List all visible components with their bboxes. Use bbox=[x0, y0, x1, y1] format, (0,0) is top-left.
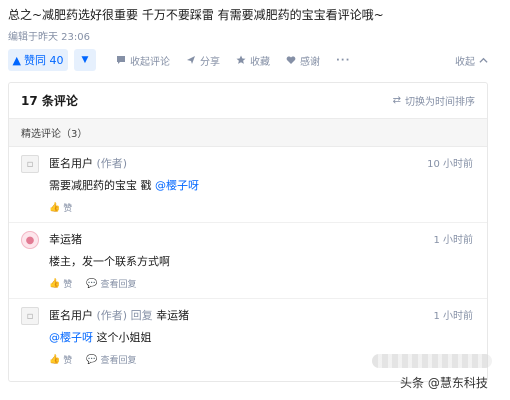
anonymous-avatar-icon: ▫ bbox=[26, 158, 34, 170]
comment-text: 这个小姐姐 bbox=[96, 331, 152, 344]
heart-icon bbox=[286, 56, 296, 64]
star-icon bbox=[236, 55, 246, 64]
thanks-button[interactable]: 感谢 bbox=[286, 53, 320, 68]
view-replies-button[interactable]: 💬 查看回复 bbox=[86, 277, 137, 291]
view-replies-label: 查看回复 bbox=[100, 280, 137, 290]
comment-count: 17 条评论 bbox=[21, 94, 78, 108]
toggle-comments-label: 收起评论 bbox=[130, 56, 170, 68]
comment-header: 匿名用户 (作者) 回复 幸运猪 bbox=[49, 307, 189, 323]
thumbs-up-icon: 👍 bbox=[49, 202, 61, 213]
comment-item: ● 幸运猪 1 小时前 楼主，发一个联系方式啊 👍 赞 💬 查看回复 bbox=[9, 223, 487, 299]
comment-actions: 👍 赞 💬 查看回复 bbox=[49, 353, 137, 367]
like-button[interactable]: 👍 赞 bbox=[49, 277, 73, 291]
comment-time: 10 小时前 bbox=[427, 159, 473, 170]
avatar[interactable]: ▫ bbox=[21, 155, 39, 173]
like-label: 赞 bbox=[63, 280, 73, 290]
chevron-up-icon bbox=[479, 57, 488, 63]
avatar[interactable]: ● bbox=[21, 231, 39, 249]
thumbs-up-icon: 👍 bbox=[49, 278, 61, 289]
share-label: 分享 bbox=[200, 56, 220, 68]
triangle-up-icon: ▲ bbox=[12, 53, 21, 67]
featured-heading: 精选评论（3） bbox=[9, 119, 487, 147]
author-reply-tag: (作者) 回复 bbox=[96, 309, 153, 322]
mention-link[interactable]: @樱子呀 bbox=[155, 179, 199, 192]
comment-body: 需要减肥药的宝宝 戳 @樱子呀 bbox=[49, 177, 199, 193]
comment-body: 楼主，发一个联系方式啊 bbox=[49, 253, 170, 269]
more-options-button[interactable]: ··· bbox=[336, 55, 350, 66]
view-replies-label: 查看回复 bbox=[100, 356, 137, 366]
vote-up-label: 赞同 40 bbox=[23, 54, 64, 67]
sort-toggle[interactable]: ⇄ 切换为时间排序 bbox=[393, 93, 475, 108]
comment-body: @樱子呀 这个小姐姐 bbox=[49, 329, 152, 345]
triangle-down-icon: ▼ bbox=[81, 55, 89, 65]
like-label: 赞 bbox=[63, 356, 73, 366]
like-button[interactable]: 👍 赞 bbox=[49, 353, 73, 367]
toggle-comments-button[interactable]: 收起评论 bbox=[116, 53, 170, 68]
comment-icon: 💬 bbox=[86, 354, 98, 365]
comments-header: 17 条评论 ⇄ 切换为时间排序 bbox=[9, 83, 487, 119]
collapse-label: 收起 bbox=[455, 56, 475, 68]
favorite-label: 收藏 bbox=[250, 56, 270, 68]
comment-time: 1 小时前 bbox=[433, 235, 473, 246]
action-bar: ▲ 赞同 40 ▼ 收起评论 分享 收藏 感谢 ··· 收起 bbox=[8, 48, 488, 72]
vote-up-button[interactable]: ▲ 赞同 40 bbox=[8, 49, 68, 71]
comment-text: 楼主，发一个联系方式啊 bbox=[49, 255, 170, 268]
reply-to-user[interactable]: 幸运猪 bbox=[156, 309, 189, 322]
comment-icon: 💬 bbox=[86, 278, 98, 289]
comment-user[interactable]: 匿名用户 bbox=[49, 157, 93, 170]
author-tag: (作者) bbox=[96, 157, 128, 170]
comments-panel: 17 条评论 ⇄ 切换为时间排序 精选评论（3） ▫ 匿名用户 (作者) 10 … bbox=[8, 82, 488, 382]
comment-user[interactable]: 匿名用户 bbox=[49, 309, 93, 322]
like-label: 赞 bbox=[63, 204, 73, 214]
view-replies-button[interactable]: 💬 查看回复 bbox=[86, 353, 137, 367]
edit-time: 编辑于昨天 23:06 bbox=[8, 32, 90, 43]
comment-actions: 👍 赞 bbox=[49, 201, 73, 215]
thumbs-up-icon: 👍 bbox=[49, 354, 61, 365]
comment-icon bbox=[117, 56, 125, 64]
comment-time: 1 小时前 bbox=[433, 311, 473, 322]
sort-label: 切换为时间排序 bbox=[405, 97, 475, 108]
collapse-button[interactable]: 收起 bbox=[455, 53, 488, 68]
comment-actions: 👍 赞 💬 查看回复 bbox=[49, 277, 137, 291]
watermark: 头条 @慧东科技 bbox=[400, 376, 488, 390]
mention-link[interactable]: @樱子呀 bbox=[49, 331, 93, 344]
swap-icon: ⇄ bbox=[392, 95, 401, 106]
comment-header: 匿名用户 (作者) bbox=[49, 155, 127, 171]
thanks-label: 感谢 bbox=[300, 56, 320, 68]
favorite-button[interactable]: 收藏 bbox=[236, 53, 270, 68]
comment-user[interactable]: 幸运猪 bbox=[49, 233, 82, 246]
blurred-text bbox=[372, 354, 492, 368]
comment-item: ▫ 匿名用户 (作者) 10 小时前 需要减肥药的宝宝 戳 @樱子呀 👍 赞 bbox=[9, 147, 487, 223]
share-button[interactable]: 分享 bbox=[186, 53, 220, 68]
comment-header: 幸运猪 bbox=[49, 231, 82, 247]
post-text: 总之~减肥药选好很重要 千万不要踩雷 有需要减肥药的宝宝看评论哦~ bbox=[8, 8, 384, 22]
share-icon bbox=[187, 56, 195, 64]
comment-text: 需要减肥药的宝宝 戳 bbox=[49, 179, 152, 192]
like-button[interactable]: 👍 赞 bbox=[49, 201, 73, 215]
anonymous-avatar-icon: ▫ bbox=[26, 310, 34, 322]
avatar[interactable]: ▫ bbox=[21, 307, 39, 325]
vote-down-button[interactable]: ▼ bbox=[74, 49, 96, 71]
pig-avatar-icon: ● bbox=[25, 234, 35, 246]
